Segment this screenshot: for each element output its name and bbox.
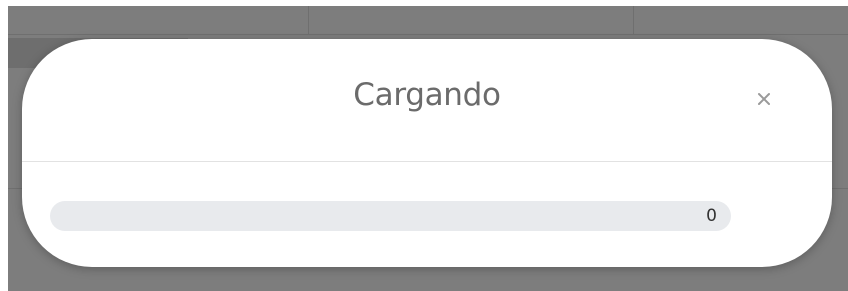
loading-dialog: Cargando 0 — [22, 39, 832, 267]
background-table-header — [8, 6, 848, 35]
close-icon — [758, 93, 770, 105]
dialog-header: Cargando — [22, 39, 832, 162]
background-column-divider — [308, 6, 309, 34]
close-button[interactable] — [752, 87, 776, 111]
dialog-title: Cargando — [353, 77, 501, 113]
progress-bar: 0 — [50, 201, 731, 231]
progress-value-label: 0 — [706, 206, 717, 226]
background-column-divider — [633, 6, 634, 34]
